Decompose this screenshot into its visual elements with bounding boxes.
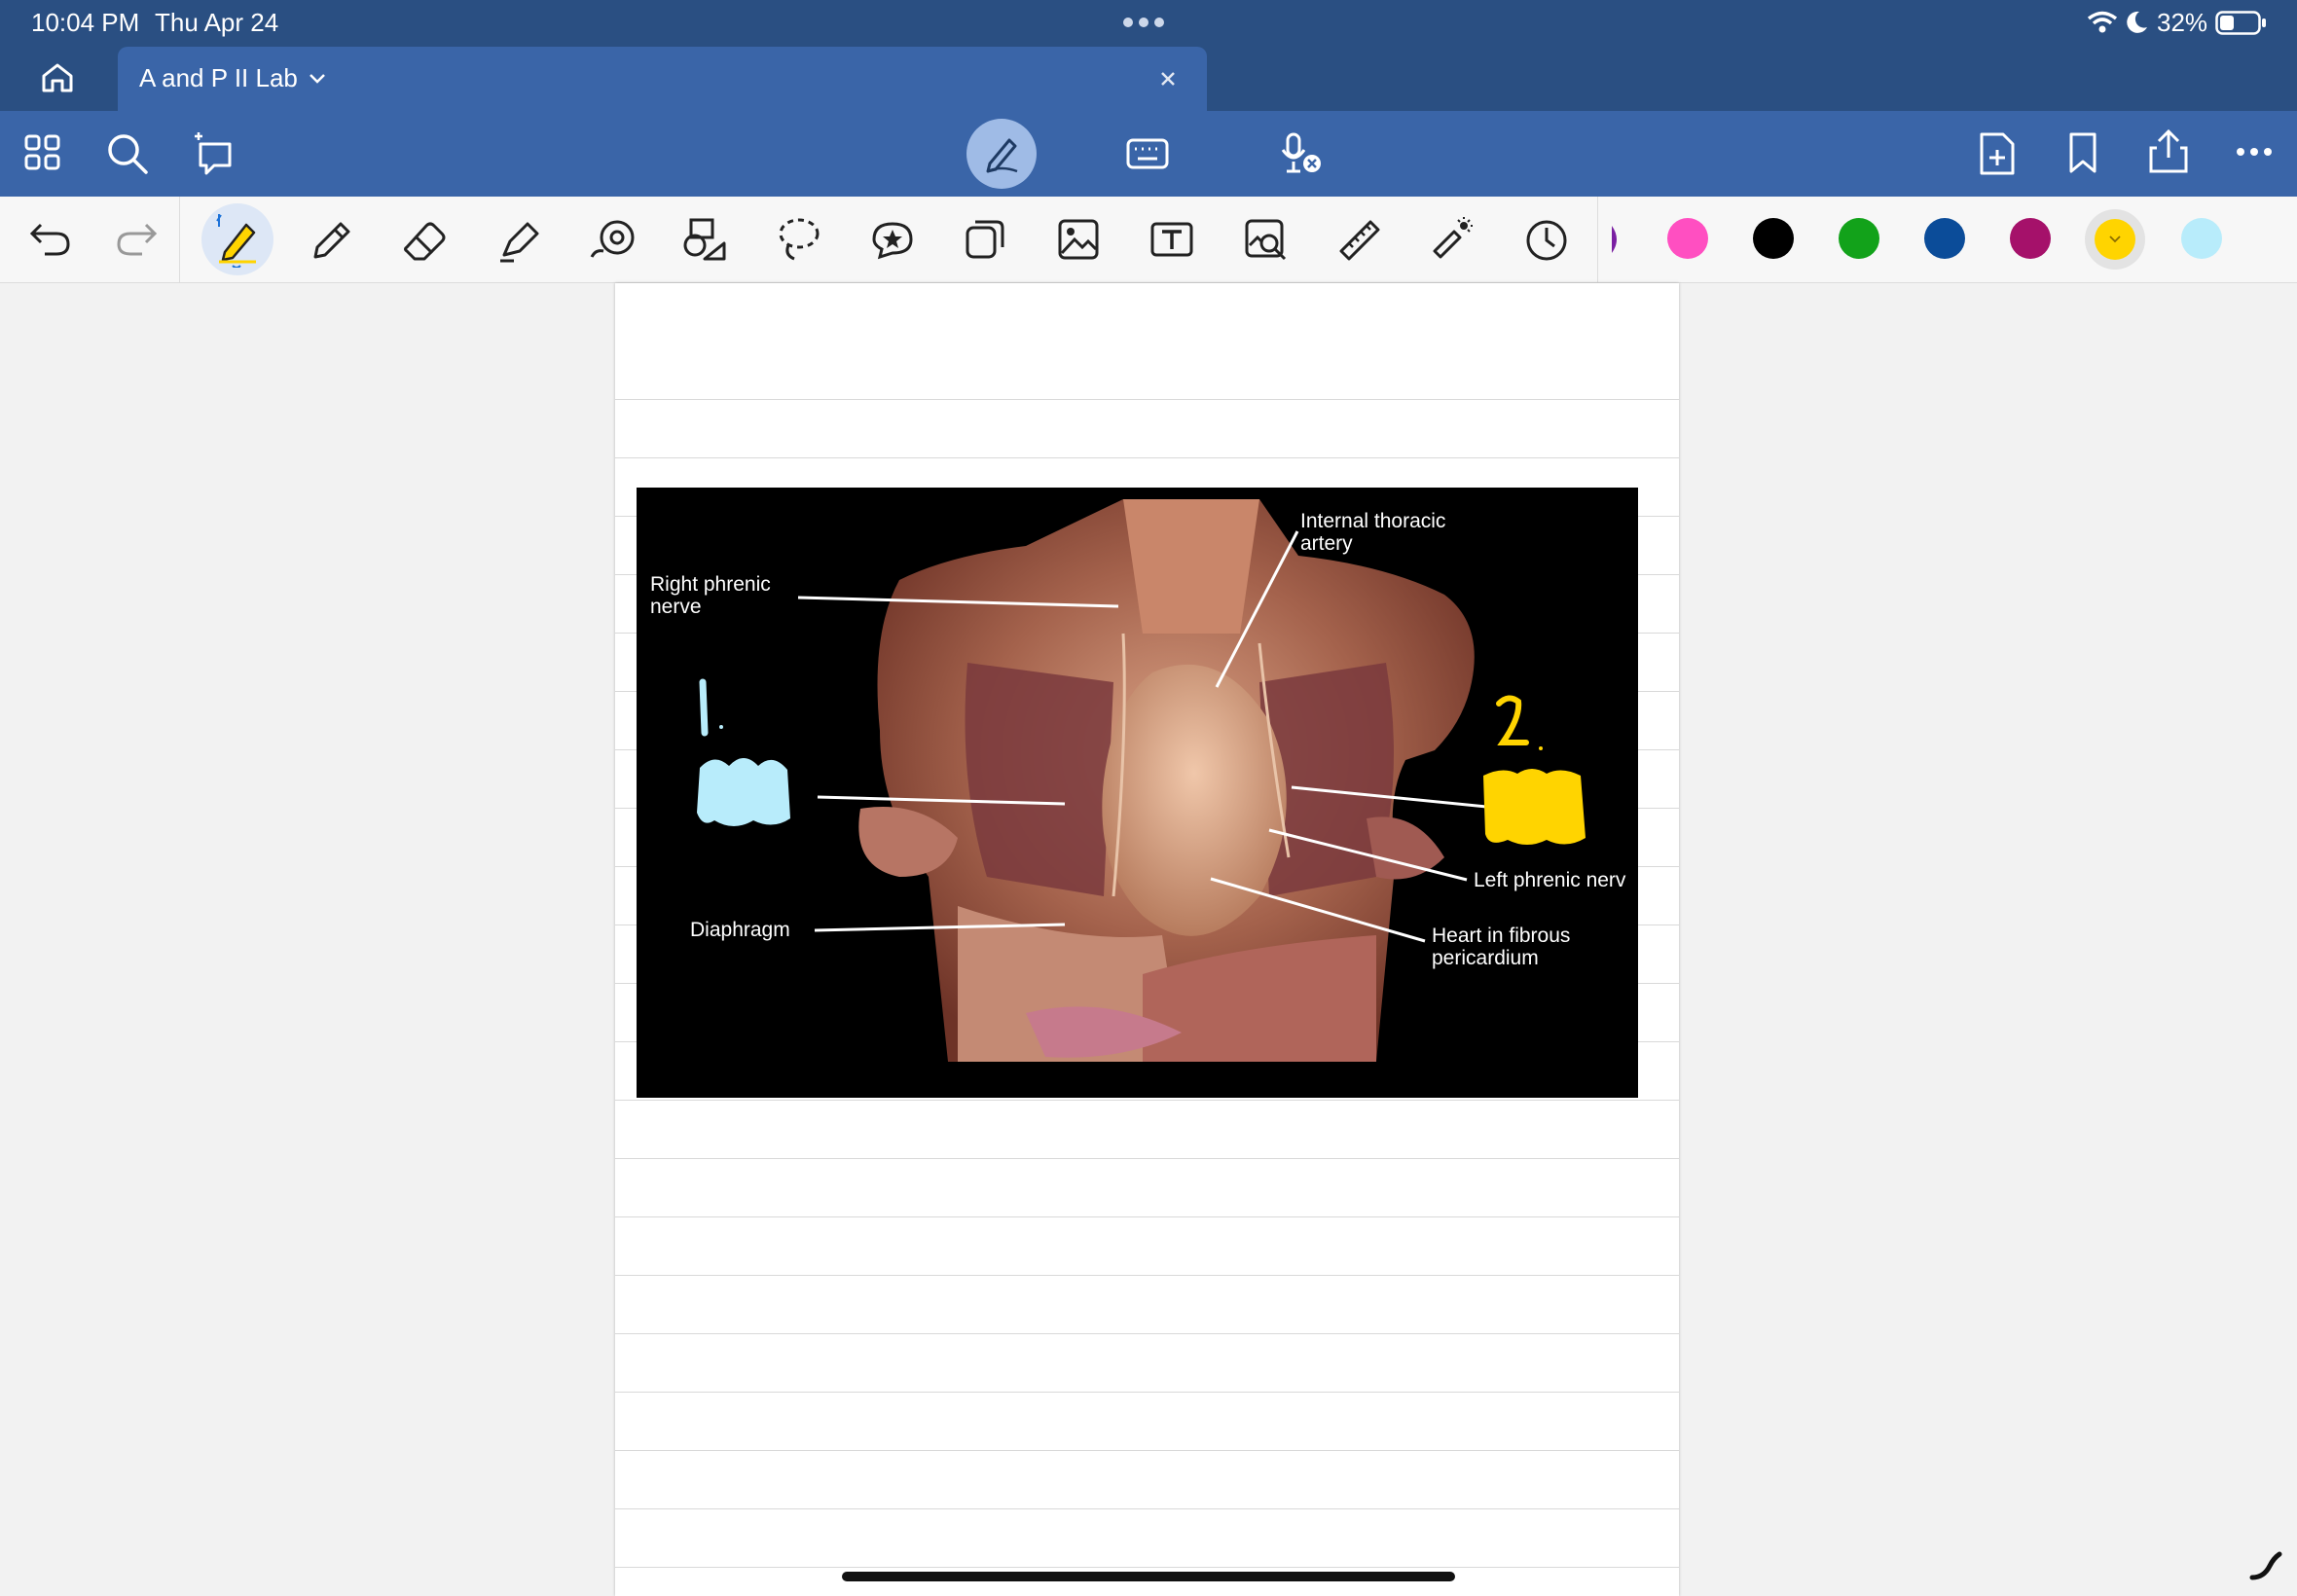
chevron-down-icon — [2109, 236, 2121, 243]
color-swatch-yellow[interactable] — [2095, 219, 2135, 260]
grid-icon[interactable] — [23, 133, 62, 172]
home-icon[interactable] — [41, 62, 74, 93]
image-icon[interactable] — [1057, 218, 1100, 261]
label-right-phrenic-nerve: Right phrenic nerve — [650, 573, 771, 618]
anatomy-image[interactable]: Internal thoracic artery Right phrenic n… — [637, 488, 1638, 1098]
eraser-icon[interactable] — [401, 218, 448, 263]
color-swatch-black[interactable] — [1753, 218, 1794, 259]
highlighter-icon[interactable] — [496, 218, 541, 263]
document-tab[interactable]: A and P II Lab — [118, 47, 1207, 111]
battery-percent: 32% — [2157, 8, 2208, 37]
label-heart-fibrous-pericardium: Heart in fibrous pericardium — [1432, 925, 1571, 969]
ruled-line — [615, 1158, 1679, 1159]
keyboard-icon[interactable] — [1126, 138, 1169, 169]
search-icon[interactable] — [106, 132, 149, 175]
label-left-phrenic-nerve: Left phrenic nerv — [1474, 869, 1626, 891]
lasso-icon[interactable] — [777, 216, 821, 263]
notebook-page[interactable]: Internal thoracic artery Right phrenic n… — [615, 283, 1679, 1596]
scroll-partial-color-icon — [1612, 226, 1617, 253]
status-time: 10:04 PM — [31, 8, 140, 37]
label-diaphragm: Diaphragm — [690, 919, 790, 941]
redo-icon[interactable] — [115, 221, 158, 256]
main-toolbar — [0, 111, 2297, 197]
pen-tool-icon — [216, 214, 256, 268]
ruled-line — [615, 1392, 1679, 1393]
tools-toolbar — [0, 197, 2297, 283]
ruler-icon[interactable] — [1337, 218, 1382, 263]
undo-icon[interactable] — [29, 221, 72, 256]
more-icon[interactable] — [2235, 146, 2274, 158]
sticker-icon[interactable] — [868, 218, 917, 261]
add-page-icon[interactable] — [1978, 130, 2017, 177]
ruled-line — [615, 1275, 1679, 1276]
thorax-dissection-photo — [697, 499, 1586, 1062]
shapes-icon[interactable] — [681, 216, 728, 263]
bookmark-icon[interactable] — [2067, 131, 2098, 174]
pen-mode-icon — [986, 138, 1018, 173]
selected-color-ring[interactable] — [2085, 209, 2145, 270]
pen-tool-button[interactable] — [201, 203, 273, 275]
ruled-line — [615, 1567, 1679, 1568]
clock-icon[interactable] — [1524, 218, 1569, 263]
share-icon[interactable] — [2147, 128, 2190, 175]
ruled-line — [615, 457, 1679, 458]
ruled-line — [615, 1450, 1679, 1451]
ruled-line — [615, 1508, 1679, 1509]
color-swatch-green[interactable] — [1839, 218, 1879, 259]
ruled-line — [615, 1333, 1679, 1334]
battery-icon — [2215, 11, 2266, 35]
shape-icon[interactable] — [588, 218, 637, 261]
sticky-note-icon[interactable] — [964, 218, 1006, 261]
color-swatch-magenta[interactable] — [2010, 218, 2051, 259]
label-internal-thoracic-artery: Internal thoracic artery — [1300, 510, 1446, 555]
lasso-select-icon[interactable] — [191, 130, 239, 177]
moon-icon — [2127, 11, 2147, 33]
status-date: Thu Apr 24 — [155, 8, 279, 37]
color-swatch-pink[interactable] — [1667, 218, 1708, 259]
home-indicator[interactable] — [842, 1572, 1455, 1581]
toolbar-divider — [179, 197, 180, 282]
pencil-hover-indicator-icon — [2249, 1551, 2282, 1580]
microphone-off-icon[interactable] — [1279, 132, 1324, 177]
wifi-icon — [2087, 11, 2118, 33]
pen-mode-button[interactable] — [966, 119, 1037, 189]
text-box-icon[interactable] — [1148, 220, 1195, 259]
image-search-icon[interactable] — [1244, 218, 1289, 263]
laser-pointer-icon[interactable] — [1429, 216, 1476, 263]
document-title[interactable]: A and P II Lab — [139, 63, 298, 93]
color-swatch-blue[interactable] — [1924, 218, 1965, 259]
chevron-down-icon[interactable] — [309, 73, 326, 85]
ruled-line — [615, 399, 1679, 400]
ruled-line — [615, 1100, 1679, 1101]
title-bar: 10:04 PM Thu Apr 24 32% A and P II Lab — [0, 0, 2297, 111]
pencil-icon[interactable] — [310, 218, 352, 263]
color-swatch-light-blue[interactable] — [2181, 218, 2222, 259]
close-icon[interactable] — [1159, 70, 1177, 88]
canvas-area[interactable]: Internal thoracic artery Right phrenic n… — [0, 283, 2297, 1596]
ruled-line — [615, 1216, 1679, 1217]
toolbar-divider — [1597, 197, 1598, 282]
multitasking-dots-icon[interactable] — [1120, 17, 1167, 28]
